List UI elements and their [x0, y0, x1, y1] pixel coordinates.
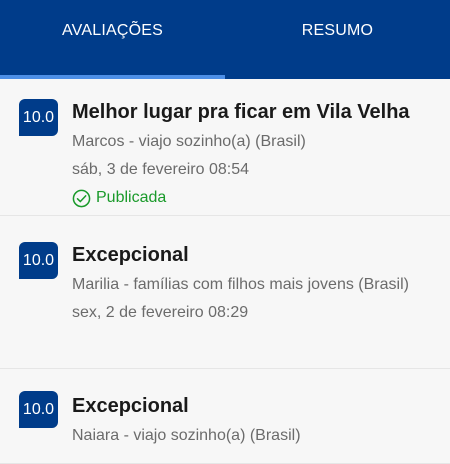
review-author: Marilia - famílias com filhos mais joven…	[72, 276, 409, 293]
status-published: Publicada	[72, 187, 436, 209]
score-badge: 10.0	[19, 391, 58, 428]
tab-label: RESUMO	[301, 21, 374, 39]
review-title: Excepcional	[72, 244, 189, 266]
review-date: sex, 2 de fevereiro 08:29	[72, 304, 249, 321]
review-title: Excepcional	[72, 395, 189, 417]
tab-resumo[interactable]: RESUMO	[225, 0, 450, 79]
review-title: Melhor lugar pra ficar em Vila Velha	[72, 101, 410, 123]
check-circle-icon	[72, 189, 91, 207]
review-author: Marcos - viajo sozinho(a) (Brasil)	[72, 133, 306, 150]
review-list[interactable]: 10.0 Melhor lugar pra ficar em Vila Velh…	[0, 79, 450, 464]
review-date: sáb, 3 de fevereiro 08:54	[72, 161, 250, 178]
score-badge: 10.0	[19, 242, 58, 279]
review-card[interactable]: 10.0 Excepcional Marilia - famílias com …	[0, 216, 450, 369]
tab-bar: AVALIAÇÕES RESUMO	[0, 0, 450, 79]
tab-label: AVALIAÇÕES	[62, 21, 163, 39]
status-label: Publicada	[96, 189, 167, 206]
review-author: Naiara - viajo sozinho(a) (Brasil)	[72, 427, 301, 444]
review-card[interactable]: 10.0 Melhor lugar pra ficar em Vila Velh…	[0, 79, 450, 216]
tab-avaliacoes[interactable]: AVALIAÇÕES	[0, 0, 225, 79]
score-badge: 10.0	[19, 99, 58, 136]
